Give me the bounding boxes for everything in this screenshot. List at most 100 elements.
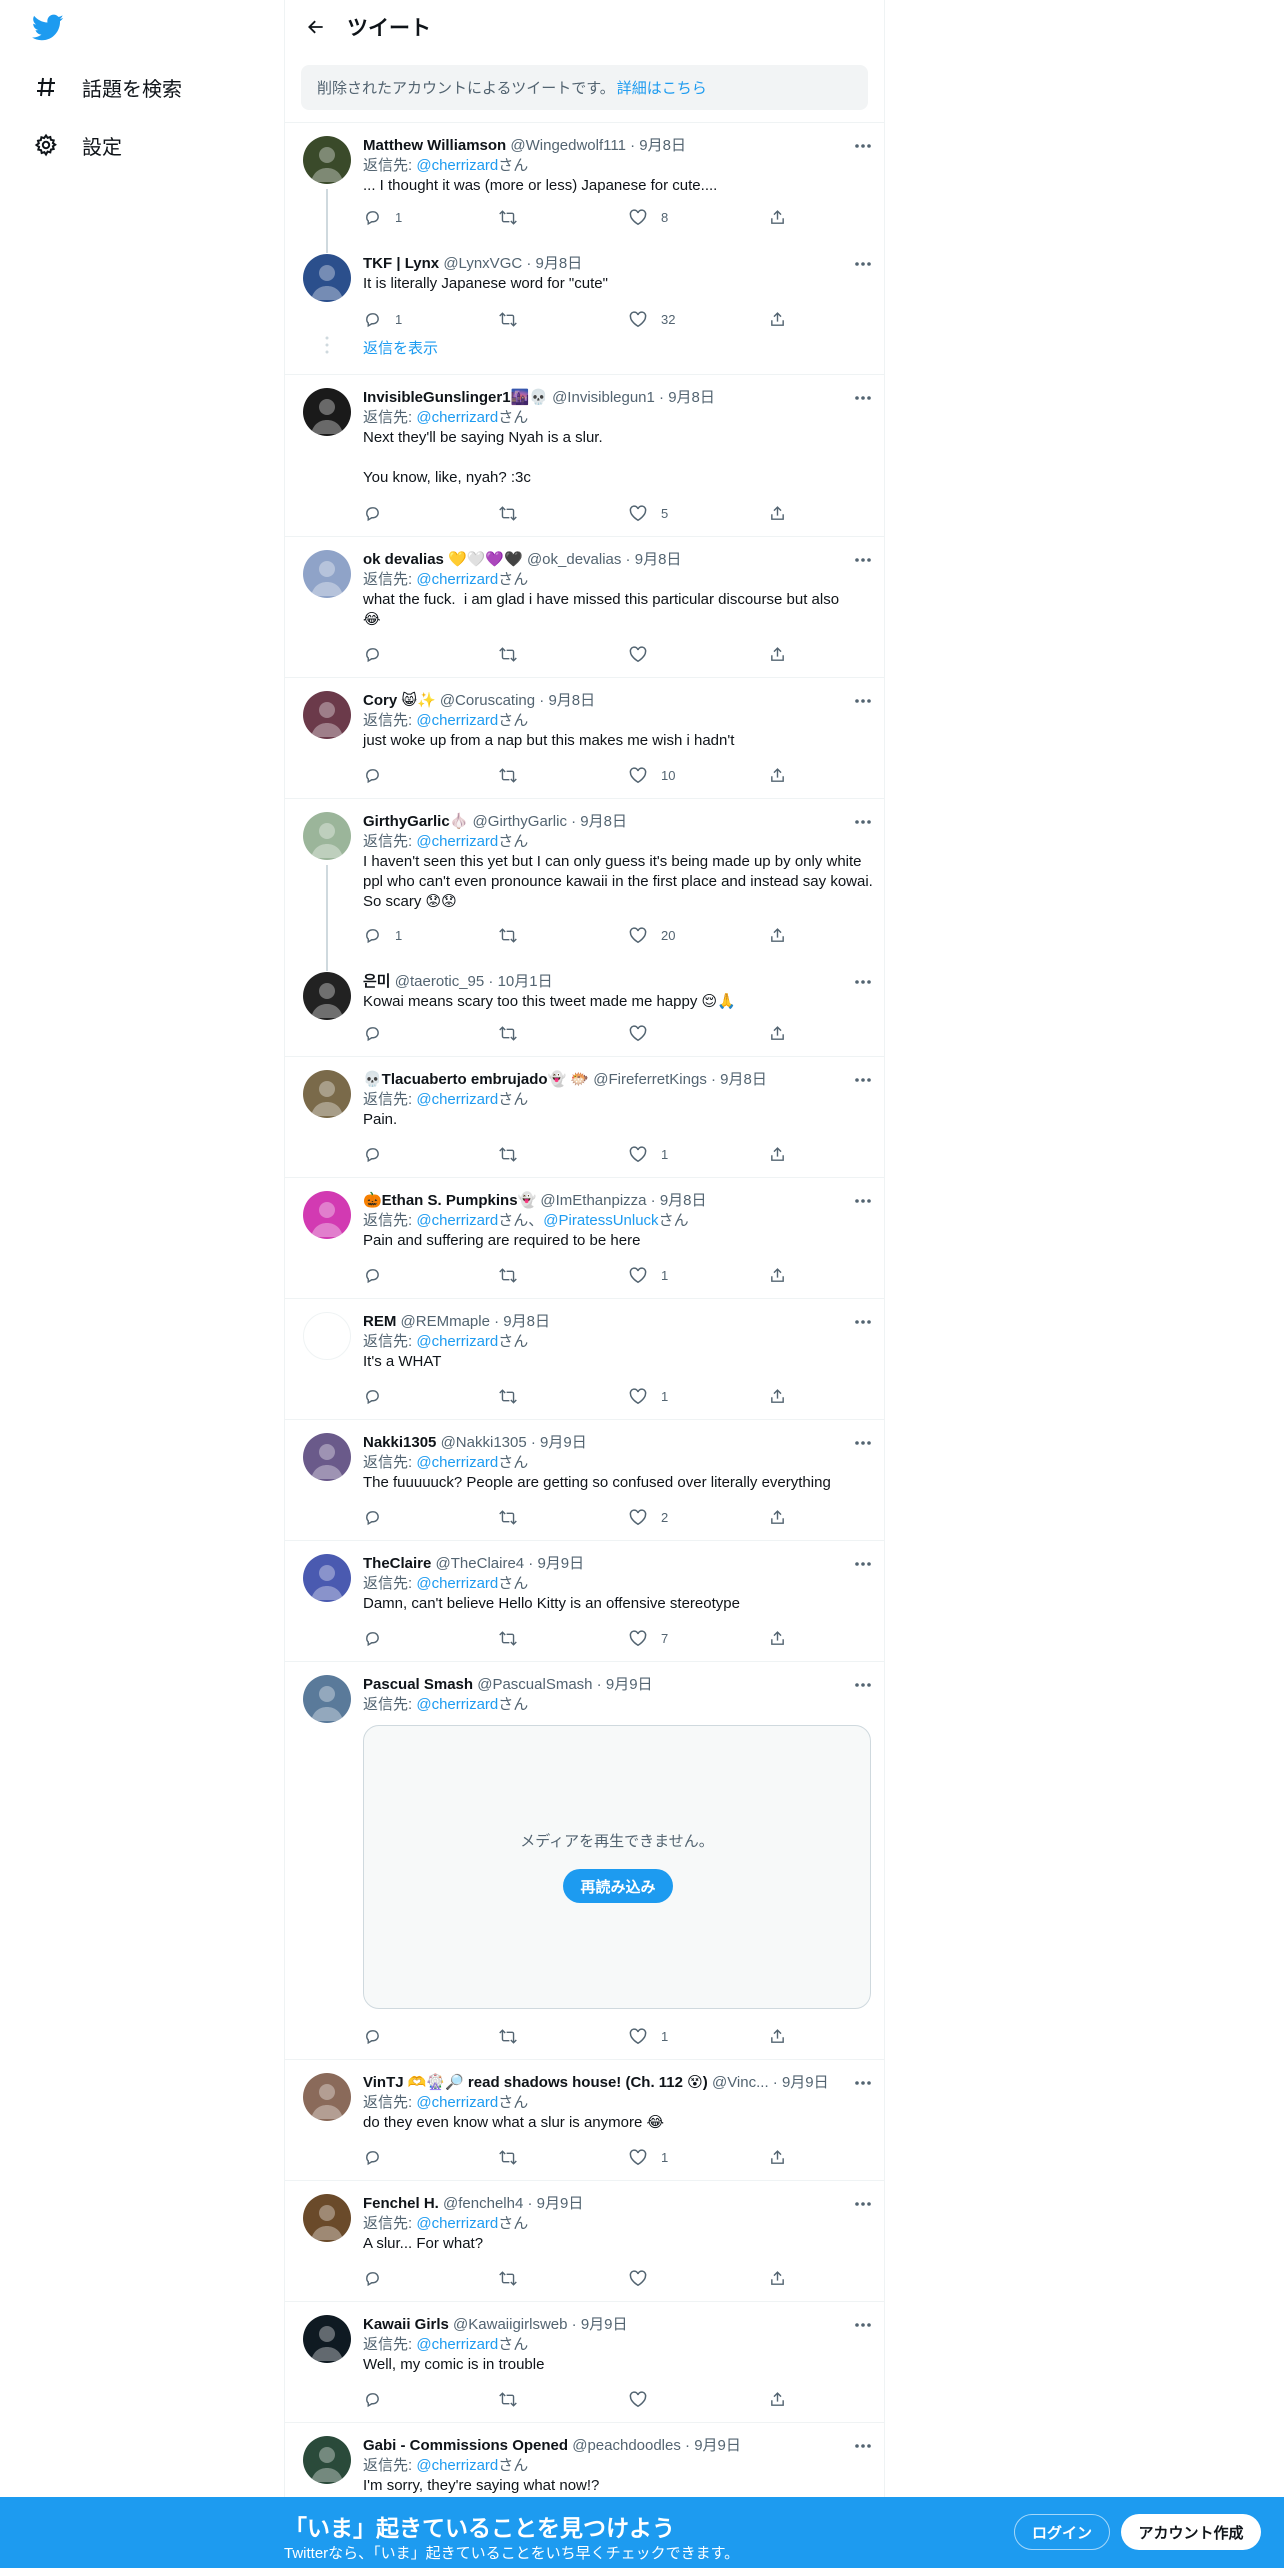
reply-to-handle[interactable]: @cherrizard <box>416 2094 498 2111</box>
like-button[interactable]: 20 <box>629 925 675 945</box>
reply-button[interactable] <box>363 1507 395 1527</box>
reply-button[interactable]: 1 <box>363 207 402 227</box>
retweet-button[interactable] <box>499 1265 531 1285</box>
share-button[interactable] <box>768 503 786 523</box>
author-handle[interactable]: @TheClaire4 <box>436 1555 525 1572</box>
reply-to-handle[interactable]: @PiratessUnluck <box>543 1212 658 1229</box>
reply-button[interactable] <box>363 1265 395 1285</box>
show-replies-link[interactable]: 返信を表示 <box>363 337 438 358</box>
reply-button[interactable] <box>363 1628 395 1648</box>
author-name[interactable]: TheClaire <box>363 1555 431 1572</box>
avatar[interactable] <box>303 136 351 184</box>
tweet[interactable]: TheClaire @TheClaire4 · 9月9日 返信先: @cherri… <box>285 1541 885 1662</box>
author-name[interactable]: TKF | Lynx <box>363 255 439 272</box>
author-handle[interactable]: @fenchelh4 <box>443 2195 523 2212</box>
author-name[interactable]: VinTJ 🫶🎡🔎 read shadows house! (Ch. 112 😵… <box>363 2074 708 2091</box>
avatar[interactable] <box>303 1675 351 1723</box>
share-button[interactable] <box>768 2268 786 2288</box>
more-options-button[interactable] <box>853 2073 873 2093</box>
share-button[interactable] <box>768 925 786 945</box>
author-name[interactable]: InvisibleGunslinger1🌆💀 <box>363 389 548 406</box>
author-name[interactable]: 💀Tlacuaberto embrujado👻 🐡 <box>363 1071 589 1088</box>
like-button[interactable]: 8 <box>629 207 668 227</box>
avatar[interactable] <box>303 2315 351 2363</box>
tweet-date[interactable]: · 9月9日 <box>769 2074 829 2091</box>
tweet[interactable]: 🎃Ethan S. Pumpkins👻 @ImEthanpizza · 9月8日… <box>285 1178 885 1299</box>
author-name[interactable]: Nakki1305 <box>363 1434 436 1451</box>
tweet[interactable]: GirthyGarlic🧄 @GirthyGarlic · 9月8日 返信先: @… <box>285 799 885 959</box>
tweet[interactable]: ok devalias 💛🤍💜🖤 @ok_devalias · 9月8日 返信先:… <box>285 537 885 678</box>
author-handle[interactable]: @GirthyGarlic <box>473 813 567 830</box>
author-name[interactable]: Fenchel H. <box>363 2195 439 2212</box>
avatar[interactable] <box>303 1070 351 1118</box>
more-options-button[interactable] <box>853 388 873 408</box>
author-name[interactable]: Cory 😸✨ <box>363 692 436 709</box>
tweet-date[interactable]: · 9月9日 <box>567 2316 628 2333</box>
avatar[interactable] <box>303 1554 351 1602</box>
tweet-date[interactable]: · 10月1日 <box>484 973 552 990</box>
retweet-button[interactable] <box>499 503 531 523</box>
like-button[interactable]: 7 <box>629 1628 668 1648</box>
author-name[interactable]: Kawaii Girls <box>363 2316 449 2333</box>
author-handle[interactable]: @ok_devalias <box>527 551 621 568</box>
share-button[interactable] <box>768 309 786 329</box>
sidebar-item-settings[interactable]: 設定 <box>32 125 122 165</box>
author-name[interactable]: 🎃Ethan S. Pumpkins👻 <box>363 1192 536 1209</box>
like-button[interactable] <box>629 1023 661 1043</box>
more-options-button[interactable] <box>853 1433 873 1453</box>
reply-button[interactable] <box>363 765 395 785</box>
tweet-date[interactable]: · 9月9日 <box>523 2195 583 2212</box>
avatar[interactable] <box>303 388 351 436</box>
tweet[interactable]: 은미 @taerotic_95 · 10月1日 Kowai means scary… <box>285 959 885 1057</box>
share-button[interactable] <box>768 1628 786 1648</box>
avatar[interactable] <box>303 1312 351 1360</box>
reply-button[interactable]: 1 <box>363 309 402 329</box>
like-button[interactable]: 32 <box>629 309 675 329</box>
avatar[interactable] <box>303 691 351 739</box>
reply-to-handle[interactable]: @cherrizard <box>416 1454 498 1471</box>
reply-button[interactable] <box>363 1386 395 1406</box>
tweet[interactable]: Nakki1305 @Nakki1305 · 9月9日 返信先: @cherriz… <box>285 1420 885 1541</box>
author-name[interactable]: Pascual Smash <box>363 1676 473 1693</box>
more-options-button[interactable] <box>853 1312 873 1332</box>
tweet-date[interactable]: · 9月9日 <box>524 1555 584 1572</box>
like-button[interactable]: 1 <box>629 1144 668 1164</box>
tweet[interactable]: VinTJ 🫶🎡🔎 read shadows house! (Ch. 112 😵… <box>285 2060 885 2181</box>
more-options-button[interactable] <box>853 812 873 832</box>
like-button[interactable]: 1 <box>629 2147 668 2167</box>
reply-to-handle[interactable]: @cherrizard <box>416 2215 498 2232</box>
like-button[interactable] <box>629 2389 661 2409</box>
reply-to-handle[interactable]: @cherrizard <box>416 409 498 426</box>
tweet[interactable]: InvisibleGunslinger1🌆💀 @Invisiblegun1 · … <box>285 375 885 537</box>
signup-button[interactable]: アカウント作成 <box>1121 2514 1261 2550</box>
reply-to-handle[interactable]: @cherrizard <box>416 2336 498 2353</box>
reply-to-handle[interactable]: @cherrizard <box>416 2457 498 2474</box>
tweet[interactable]: TKF | Lynx @LynxVGC · 9月8日 It is literall… <box>285 241 885 375</box>
more-options-button[interactable] <box>853 1554 873 1574</box>
reply-to-handle[interactable]: @cherrizard <box>416 1575 498 1592</box>
share-button[interactable] <box>768 1144 786 1164</box>
retweet-button[interactable] <box>499 1628 531 1648</box>
login-button[interactable]: ログイン <box>1014 2514 1110 2550</box>
like-button[interactable] <box>629 644 661 664</box>
author-handle[interactable]: @REMmaple <box>401 1313 490 1330</box>
twitter-bird-icon[interactable] <box>31 14 64 42</box>
like-button[interactable]: 1 <box>629 1265 668 1285</box>
tweet-date[interactable]: · 9月8日 <box>707 1071 767 1088</box>
more-options-button[interactable] <box>853 254 873 274</box>
avatar[interactable] <box>303 1191 351 1239</box>
tweet-date[interactable]: · 9月9日 <box>681 2437 741 2454</box>
share-button[interactable] <box>768 207 786 227</box>
like-button[interactable]: 1 <box>629 1386 668 1406</box>
retweet-button[interactable] <box>499 2389 531 2409</box>
avatar[interactable] <box>303 812 351 860</box>
author-handle[interactable]: @ImEthanpizza <box>540 1192 646 1209</box>
reload-button[interactable]: 再読み込み <box>563 1869 673 1903</box>
share-button[interactable] <box>768 1265 786 1285</box>
avatar[interactable] <box>303 550 351 598</box>
author-name[interactable]: Gabi - Commissions Opened <box>363 2437 568 2454</box>
like-button[interactable]: 10 <box>629 765 675 785</box>
author-handle[interactable]: @Nakki1305 <box>441 1434 527 1451</box>
more-options-button[interactable] <box>853 550 873 570</box>
reply-to-handle[interactable]: @cherrizard <box>416 1091 498 1108</box>
